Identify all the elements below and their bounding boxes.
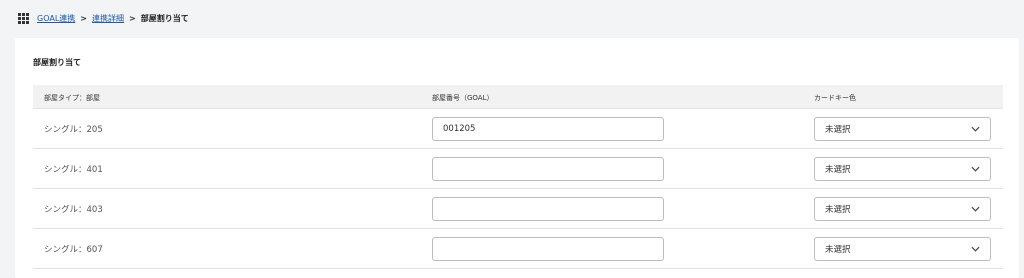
room-number-input[interactable] — [432, 157, 664, 181]
breadcrumb-separator: > — [129, 14, 136, 23]
table-row: シングル：401 未選択 — [33, 149, 1003, 189]
breadcrumb-current: 部屋割り当て — [140, 14, 189, 23]
room-label: シングル：607 — [44, 245, 103, 255]
table-row: シングル：403 未選択 — [33, 189, 1003, 229]
chevron-down-icon — [971, 166, 980, 172]
room-label: シングル：403 — [44, 205, 103, 215]
room-number-input[interactable] — [432, 117, 664, 141]
room-label: シングル：205 — [44, 125, 103, 135]
card-color-select[interactable]: 未選択 — [814, 157, 991, 181]
table-header: 部屋タイプ：部屋 部屋番号（GOAL） カードキー色 — [33, 85, 1003, 109]
chevron-down-icon — [971, 126, 980, 132]
header-room-type: 部屋タイプ：部屋 — [44, 94, 100, 102]
header-room-number: 部屋番号（GOAL） — [432, 94, 494, 102]
card-color-select[interactable]: 未選択 — [814, 197, 991, 221]
breadcrumb-link-goal[interactable]: GOAL連携 — [37, 13, 75, 24]
chevron-down-icon — [971, 246, 980, 252]
card-color-select[interactable]: 未選択 — [814, 117, 991, 141]
table-row: シングル：607 未選択 — [33, 229, 1003, 269]
header-card-color: カードキー色 — [814, 94, 856, 102]
breadcrumb: GOAL連携 > 連携詳細 > 部屋割り当て — [18, 13, 189, 24]
room-number-input[interactable] — [432, 237, 664, 261]
select-value: 未選択 — [825, 125, 851, 135]
card-title: 部屋割り当て — [33, 58, 81, 67]
select-value: 未選択 — [825, 205, 851, 215]
breadcrumb-separator: > — [80, 14, 87, 23]
room-assignment-table: 部屋タイプ：部屋 部屋番号（GOAL） カードキー色 シングル：205 未選択 … — [33, 85, 1003, 269]
table-row: シングル：205 未選択 — [33, 109, 1003, 149]
select-value: 未選択 — [825, 245, 851, 255]
chevron-down-icon — [971, 206, 980, 212]
room-label: シングル：401 — [44, 165, 103, 175]
card-color-select[interactable]: 未選択 — [814, 237, 991, 261]
breadcrumb-link-detail[interactable]: 連携詳細 — [92, 13, 124, 24]
room-assignment-card: 部屋割り当て 部屋タイプ：部屋 部屋番号（GOAL） カードキー色 シングル：2… — [15, 38, 1019, 278]
grid-menu-icon[interactable] — [18, 13, 29, 24]
select-value: 未選択 — [825, 165, 851, 175]
room-number-input[interactable] — [432, 197, 664, 221]
